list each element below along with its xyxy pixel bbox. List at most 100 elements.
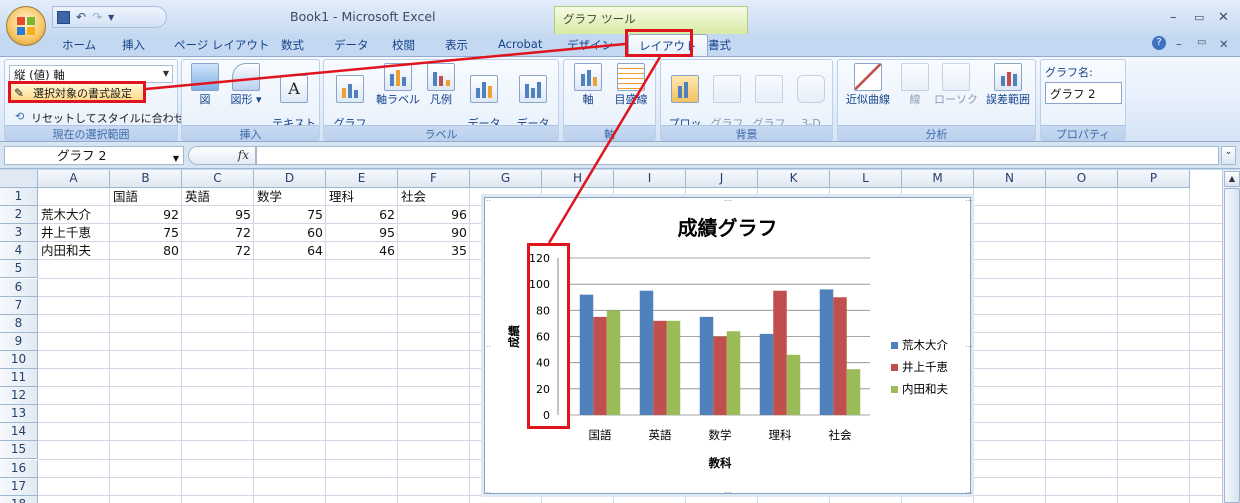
cell[interactable]: 62 (326, 206, 398, 224)
chart-bar[interactable] (593, 316, 607, 415)
x-tick-label[interactable]: 国語 (589, 428, 612, 442)
row-header[interactable]: 4 (0, 242, 38, 261)
x-tick-label[interactable]: 英語 (649, 428, 672, 442)
cell[interactable]: 国語 (110, 188, 182, 206)
selection-handle-icon[interactable]: ⋯ (724, 488, 732, 495)
tab-format[interactable]: 書式 (708, 37, 731, 53)
legend-item[interactable]: 内田和夫 (891, 378, 948, 400)
scrollbar-thumb[interactable] (1224, 188, 1240, 503)
legend-item[interactable]: 井上千恵 (891, 356, 948, 378)
cell[interactable]: 46 (326, 242, 398, 260)
chart-bar[interactable] (666, 320, 681, 415)
minimize-window-button[interactable]: – (1170, 10, 1177, 25)
row-header[interactable]: 5 (0, 260, 38, 279)
chart-name-field[interactable]: グラフ 2 (1045, 82, 1122, 104)
selection-handle-icon[interactable]: ⋯ (965, 198, 972, 205)
chart-bar[interactable] (786, 354, 801, 415)
row-header[interactable]: 17 (0, 477, 38, 496)
tab-acrobat[interactable]: Acrobat (498, 37, 542, 51)
tab-page-layout[interactable]: ページ レイアウト (174, 37, 269, 53)
cell[interactable]: 75 (254, 206, 326, 224)
column-header[interactable]: J (686, 170, 758, 188)
selection-handle-icon[interactable]: ⋯ (485, 198, 491, 205)
legend-button[interactable]: 凡例 (426, 63, 456, 106)
cell[interactable]: 荒木大介 (38, 206, 110, 224)
column-header[interactable]: I (614, 170, 686, 188)
row-header[interactable]: 13 (0, 405, 38, 424)
gridlines-button[interactable]: 目盛線 (610, 63, 652, 106)
column-header[interactable]: B (110, 170, 182, 188)
insert-function-button[interactable]: fx (188, 146, 256, 165)
tab-view[interactable]: 表示 (445, 37, 468, 53)
close-workbook-button[interactable]: ✕ (1219, 37, 1229, 51)
x-tick-label[interactable]: 理科 (769, 428, 792, 442)
column-header[interactable]: A (38, 170, 110, 188)
x-axis-title[interactable]: 教科 (708, 456, 732, 470)
row-header[interactable]: 11 (0, 369, 38, 387)
close-window-button[interactable]: ✕ (1218, 10, 1229, 25)
cell[interactable]: 90 (398, 224, 470, 242)
cell[interactable]: 社会 (398, 188, 470, 206)
column-header[interactable]: C (182, 170, 254, 188)
row-header[interactable]: 6 (0, 278, 38, 297)
cell[interactable]: 75 (110, 224, 182, 242)
chart-bar[interactable] (579, 294, 594, 415)
column-header[interactable]: G (470, 170, 542, 188)
cell[interactable]: 96 (398, 206, 470, 224)
cell[interactable]: 井上千恵 (38, 224, 110, 242)
selection-handle-icon[interactable]: ⋯ (965, 342, 972, 351)
office-button[interactable] (6, 6, 46, 46)
row-header[interactable]: 18 (0, 495, 38, 503)
selection-handle-icon[interactable]: ⋯ (965, 488, 972, 495)
insert-shapes-button[interactable]: 図形 ▾ (228, 63, 264, 106)
plot-area-button[interactable]: プロット エリア (665, 63, 705, 154)
cell[interactable]: 理科 (326, 188, 398, 206)
up-down-bars-button[interactable]: ローソク (934, 63, 978, 106)
format-selection-button[interactable]: ✎ 選択対象の書式設定 (8, 81, 146, 103)
chart-bar[interactable] (759, 333, 774, 415)
lines-button[interactable]: 線 (900, 63, 930, 106)
insert-picture-button[interactable]: 図 (190, 63, 220, 106)
cell[interactable]: 80 (110, 242, 182, 260)
selection-handle-icon[interactable]: ⋯ (485, 488, 491, 495)
name-box[interactable]: グラフ 2 ▼ (4, 146, 184, 165)
column-header[interactable]: P (1118, 170, 1190, 188)
customize-qat-icon[interactable]: ▼ (108, 13, 114, 22)
cell[interactable]: 64 (254, 242, 326, 260)
row-header[interactable]: 14 (0, 423, 38, 442)
chart-bar[interactable] (713, 336, 727, 416)
formula-input[interactable] (256, 146, 1219, 165)
error-bars-button[interactable]: 誤差範囲 (982, 63, 1034, 106)
selection-handle-icon[interactable]: ⋯ (485, 342, 491, 351)
tab-design[interactable]: デザイン (567, 37, 613, 53)
select-all-corner[interactable] (0, 170, 38, 188)
restore-workbook-button[interactable]: ▭ (1197, 37, 1206, 48)
selection-handle-icon[interactable]: ⋯ (724, 198, 732, 205)
chart-bar[interactable] (606, 310, 621, 415)
row-header[interactable]: 8 (0, 314, 38, 333)
chart-bar[interactable] (773, 290, 787, 415)
undo-icon[interactable]: ↶ (76, 10, 86, 24)
row-header[interactable]: 3 (0, 224, 38, 243)
expand-formula-bar-button[interactable]: ⌄ (1221, 146, 1236, 165)
cell[interactable]: 英語 (182, 188, 254, 206)
restore-window-button[interactable]: ▭ (1194, 11, 1204, 24)
row-header[interactable]: 1 (0, 188, 38, 206)
cell[interactable]: 72 (182, 242, 254, 260)
cell[interactable]: 内田和夫 (38, 242, 110, 260)
column-header[interactable]: F (398, 170, 470, 188)
chart-bar[interactable] (846, 369, 861, 415)
legend-item[interactable]: 荒木大介 (891, 334, 948, 356)
row-header[interactable]: 9 (0, 332, 38, 351)
row-header[interactable]: 10 (0, 350, 38, 369)
chart-legend[interactable]: 荒木大介 井上千恵 内田和夫 (891, 334, 948, 400)
y-axis-title[interactable]: 成績 (507, 325, 521, 348)
vertical-scrollbar[interactable]: ▲ (1222, 170, 1240, 503)
scroll-up-icon[interactable]: ▲ (1224, 171, 1240, 187)
row-header[interactable]: 16 (0, 459, 38, 478)
minimize-ribbon-button[interactable]: – (1176, 37, 1182, 51)
tab-data[interactable]: データ (334, 37, 369, 53)
axis-titles-button[interactable]: 軸ラベル (376, 63, 420, 106)
column-header[interactable]: E (326, 170, 398, 188)
chart-bar[interactable] (699, 316, 714, 415)
